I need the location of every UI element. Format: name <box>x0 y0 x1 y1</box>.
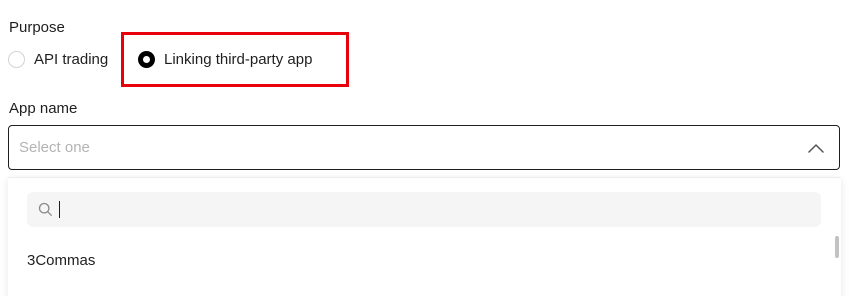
dropdown-scrollbar-thumb[interactable] <box>835 236 839 258</box>
dropdown-search-input[interactable] <box>60 197 760 222</box>
app-name-label: App name <box>9 100 78 117</box>
dropdown-option-3commas[interactable]: 3Commas <box>27 252 95 269</box>
radio-unchecked-icon <box>8 50 25 68</box>
api-form-page: Purpose API trading Linking third-party … <box>0 0 849 296</box>
highlight-annotation-box <box>121 32 349 87</box>
search-icon <box>38 202 53 217</box>
purpose-label: Purpose <box>9 19 65 36</box>
chevron-up-icon[interactable] <box>807 139 825 157</box>
radio-api-trading[interactable]: API trading <box>8 46 108 72</box>
app-name-select[interactable]: Select one <box>8 125 840 170</box>
dropdown-search-box[interactable] <box>27 192 821 227</box>
app-name-select-placeholder: Select one <box>19 139 90 156</box>
radio-api-trading-label: API trading <box>34 50 109 68</box>
app-name-dropdown: 3Commas <box>8 177 841 296</box>
